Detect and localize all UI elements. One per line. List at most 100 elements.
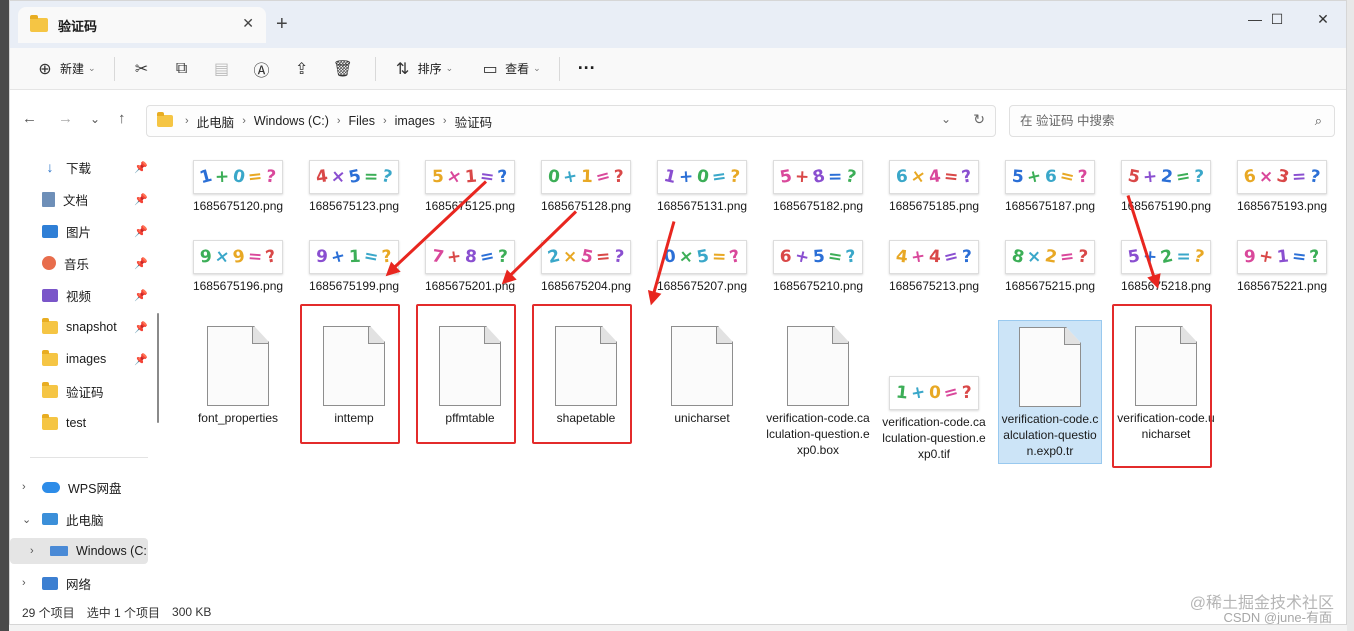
sidebar-item-snapshot[interactable]: snapshot 📌 [10, 314, 148, 340]
breadcrumb-files[interactable]: Files [349, 114, 375, 128]
forward-arrow-icon[interactable]: → [58, 110, 73, 127]
share-button[interactable]: ⇪ [285, 53, 325, 85]
captcha-glyph: 9 [1243, 246, 1256, 268]
sidebar-item-verification-code[interactable]: 验证码 [10, 378, 148, 404]
file-item-png[interactable]: 9 +1 =? 1685675221.png [1230, 240, 1334, 294]
chevron-right-icon: › [242, 115, 246, 127]
captcha-glyph: = [712, 246, 728, 268]
maximize-button[interactable]: ☐ [1254, 5, 1300, 33]
captcha-glyph: ? [844, 166, 859, 188]
file-item-png[interactable]: 5 +6 =? 1685675187.png [998, 160, 1102, 214]
download-icon: ↓ [46, 158, 54, 175]
file-item-png[interactable]: 6 × 4 =? 1685675185.png [882, 160, 986, 214]
breadcrumb-windows-c[interactable]: Windows (C:) [254, 114, 329, 128]
rename-button[interactable]: Ⓐ [245, 53, 285, 85]
captcha-glyph: = [1176, 247, 1191, 267]
captcha-glyph: 6 [1241, 165, 1258, 189]
captcha-glyph: × [1259, 166, 1274, 188]
file-item-png[interactable]: 2 × 5 =? 1685675204.png [534, 240, 638, 294]
file-item-png[interactable]: 5 +8 =? 1685675182.png [766, 160, 870, 214]
refresh-icon[interactable]: ↻ [973, 111, 985, 128]
up-arrow-icon[interactable]: ↑ [118, 110, 126, 127]
sort-button[interactable]: ⇅ 排序 ⌄ [386, 53, 462, 85]
file-item-png[interactable]: 1 +0 =? 1685675131.png [650, 160, 754, 214]
file-item[interactable]: unicharset [650, 320, 754, 430]
back-arrow-icon[interactable]: ← [22, 110, 37, 127]
captcha-glyph: ? [1192, 246, 1207, 268]
file-item-png[interactable]: 6 × 3 =? 1685675193.png [1230, 160, 1334, 214]
file-item-png[interactable]: 5 × 1 =? 1685675125.png [418, 160, 522, 214]
file-item-png[interactable]: 4 +4 =? 1685675213.png [882, 240, 986, 294]
captcha-glyph: 6 [1045, 167, 1057, 187]
file-item-png[interactable]: 8 × 2 =? 1685675215.png [998, 240, 1102, 294]
captcha-glyph: × [563, 246, 578, 268]
toolbar-divider [558, 56, 560, 81]
recent-chevron-icon[interactable]: ⌄ [90, 112, 100, 126]
file-name: 1685675128.png [540, 199, 632, 213]
file-item-png[interactable]: 5 +2 =? 1685675218.png [1114, 240, 1218, 294]
sidebar-item-test[interactable]: test [10, 410, 148, 436]
cut-button[interactable]: ✂ [125, 53, 165, 85]
drive-icon [50, 546, 68, 556]
sidebar-item-label: 下载 [66, 161, 92, 176]
copy-button[interactable]: ⧉ [165, 53, 205, 85]
file-name: verification-code.calculation-question.e… [766, 411, 870, 457]
sidebar-item-this-pc[interactable]: ⌄ 此电脑 [10, 506, 148, 532]
captcha-glyph: 2 [1159, 166, 1175, 188]
captcha-glyph: ? [498, 246, 509, 268]
file-item-png[interactable]: 1 +0 =? 1685675120.png [186, 160, 290, 214]
sidebar-item-images[interactable]: images 📌 [10, 346, 148, 372]
delete-button[interactable]: 🗑 [325, 53, 365, 85]
sidebar-item-network[interactable]: › 网络 [10, 570, 148, 596]
file-item-png[interactable]: 6 +5 =? 1685675210.png [766, 240, 870, 294]
captcha-glyph: 9 [198, 246, 213, 268]
captcha-thumbnail: 6 × 4 =? [889, 160, 979, 194]
captcha-glyph: = [1059, 246, 1076, 268]
captcha-glyph: = [828, 166, 843, 188]
sidebar-item-videos[interactable]: 视频 📌 [10, 282, 148, 308]
file-item[interactable]: 1 +0 =? verification-code.calculation-quest… [882, 320, 986, 466]
close-window-button[interactable]: ✕ [1300, 5, 1346, 33]
file-item[interactable]: font_properties [186, 320, 290, 430]
chevron-down-icon[interactable]: ⌄ [22, 513, 31, 526]
breadcrumb-this-pc[interactable]: 此电脑 [197, 112, 235, 131]
file-item[interactable]: verification-code.calculation-question.e… [766, 320, 870, 462]
sidebar-item-label: snapshot [66, 320, 117, 334]
captcha-glyph: 8 [464, 246, 478, 268]
captcha-glyph: 5 [431, 166, 444, 188]
captcha-glyph: 6 [895, 166, 909, 188]
file-item[interactable]: verification-code.calculation-question.e… [998, 320, 1102, 464]
new-tab-button[interactable]: + [276, 14, 288, 34]
captcha-glyph: 1 [1276, 246, 1290, 268]
sidebar-item-pictures[interactable]: 图片 📌 [10, 218, 148, 244]
chevron-right-icon[interactable]: › [22, 481, 26, 493]
file-item-png[interactable]: 4 × 5 =? 1685675123.png [302, 160, 406, 214]
new-button[interactable]: ⊕ 新建 ⌄ [28, 53, 104, 85]
file-item-png[interactable]: 0 +1 =? 1685675128.png [534, 160, 638, 214]
file-item-png[interactable]: 9 × 9 =? 1685675196.png [186, 240, 290, 294]
chevron-right-icon[interactable]: › [22, 577, 26, 589]
captcha-glyph: + [1142, 166, 1159, 188]
chevron-right-icon[interactable]: › [30, 545, 34, 557]
captcha-glyph: 7 [430, 246, 446, 268]
file-name: 1685675193.png [1236, 199, 1328, 213]
breadcrumb-images[interactable]: images [395, 114, 435, 128]
sidebar-item-documents[interactable]: 文档 📌 [10, 186, 148, 212]
more-options-button[interactable]: ··· [570, 53, 604, 85]
breadcrumb-verification-code[interactable]: 验证码 [455, 112, 493, 131]
chevron-down-icon[interactable]: ⌄ [941, 112, 951, 126]
address-bar[interactable]: › 此电脑 › Windows (C:) › Files › images › … [146, 105, 996, 137]
close-tab-button[interactable]: ✕ [242, 15, 254, 32]
sidebar-item-downloads[interactable]: ↓ 下载 📌 [10, 154, 149, 180]
sidebar-item-wps-cloud[interactable]: › WPS网盘 [10, 474, 148, 500]
sidebar-scrollbar[interactable] [157, 313, 159, 423]
captcha-glyph: × [909, 165, 928, 189]
view-button[interactable]: ▭ 查看 ⌄ [473, 53, 549, 85]
tab-verification-code[interactable]: 验证码 ✕ [18, 7, 266, 43]
captcha-glyph: = [247, 246, 264, 268]
sidebar-item-windows-drive[interactable]: › Windows (C: [10, 538, 148, 564]
paste-button[interactable]: ▤ [205, 53, 245, 85]
sidebar-item-label: 验证码 [66, 385, 104, 400]
sidebar-item-music[interactable]: 音乐 📌 [10, 250, 148, 276]
search-input[interactable]: 在 验证码 中搜索 ⌕ [1009, 105, 1335, 137]
